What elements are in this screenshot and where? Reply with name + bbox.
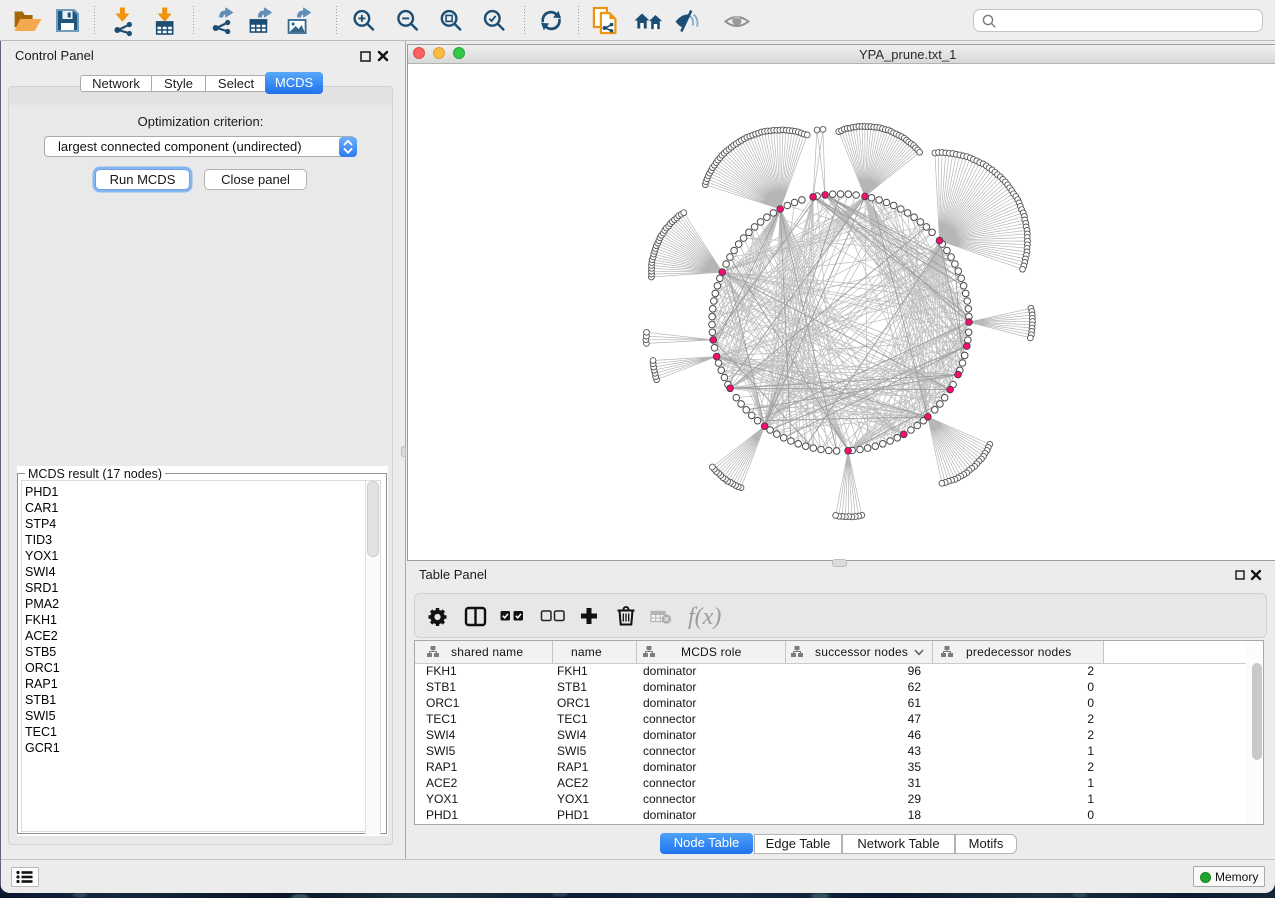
svg-text:f(x): f(x) [688, 604, 721, 630]
